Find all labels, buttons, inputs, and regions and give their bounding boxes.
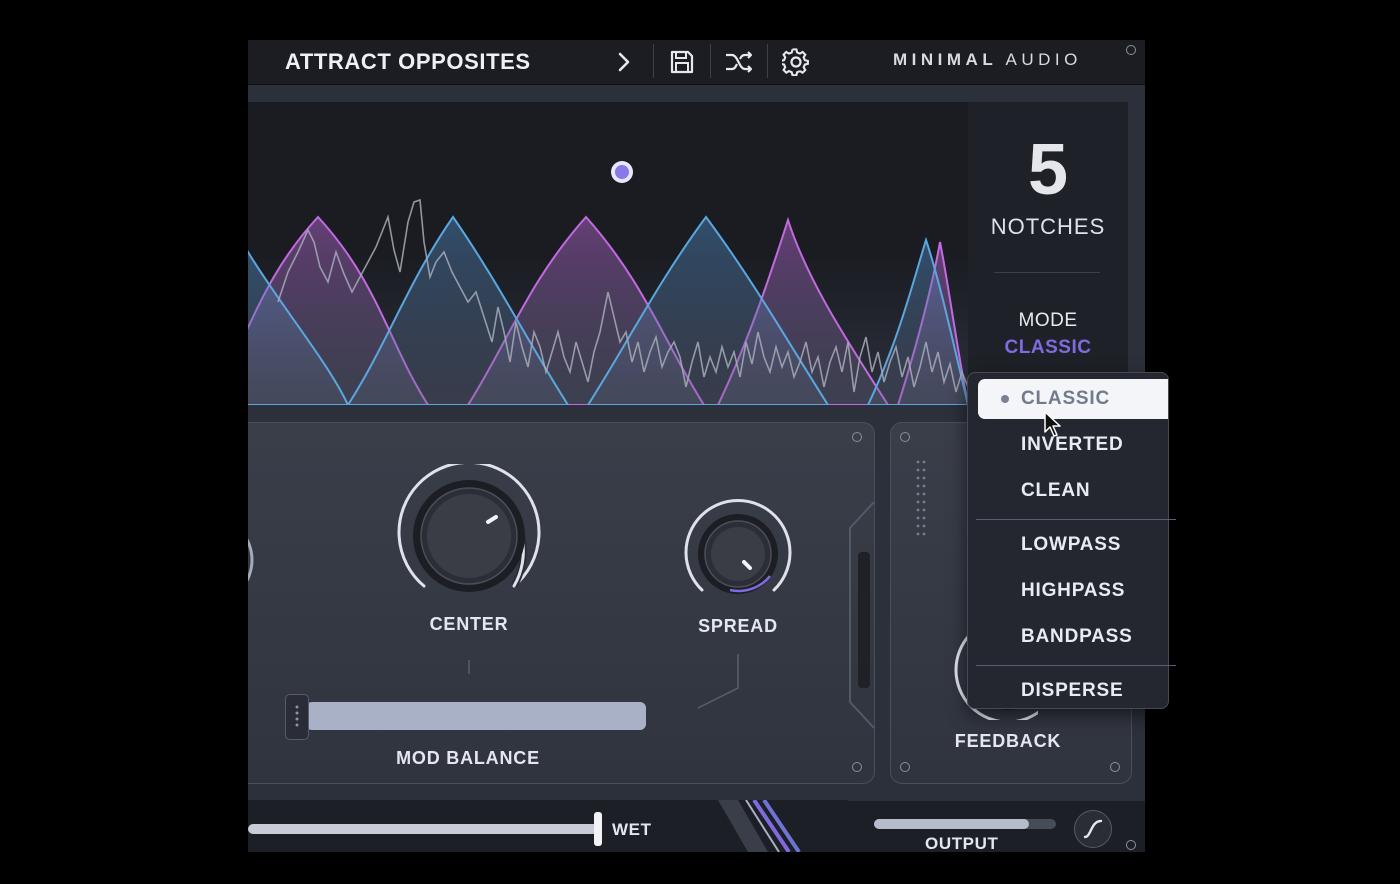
- center-node-handle[interactable]: [615, 165, 629, 179]
- mouse-cursor-icon: [1044, 411, 1061, 437]
- notches-panel: 5 NOTCHES MODE CLASSIC: [968, 102, 1128, 405]
- mod-balance-slider-track[interactable]: [306, 702, 646, 730]
- spread-knob[interactable]: [680, 498, 796, 604]
- wet-slider-track[interactable]: [248, 824, 598, 834]
- screw-icon: [900, 762, 910, 772]
- spectrum-graph[interactable]: [248, 102, 968, 405]
- mode-dropdown-menu: CLASSIC INVERTED CLEAN LOWPASS HIGHPASS BANDP…: [967, 372, 1176, 711]
- chevron-right-icon[interactable]: [606, 44, 642, 80]
- menu-separator: [976, 519, 1176, 520]
- divider: [710, 44, 711, 78]
- spread-label: SPREAD: [698, 616, 778, 636]
- notch-count[interactable]: 5: [968, 130, 1128, 210]
- mod-balance-slider-handle[interactable]: [285, 694, 309, 740]
- mode-option-lowpass[interactable]: LOWPASS: [978, 525, 1168, 565]
- center-knob[interactable]: [394, 464, 544, 604]
- divider: [653, 44, 654, 78]
- screw-icon: [900, 432, 910, 442]
- curve-button[interactable]: [1074, 810, 1112, 848]
- mode-option-clean[interactable]: CLEAN: [978, 471, 1168, 511]
- panel-divider: [849, 502, 875, 729]
- output-label: OUTPUT: [925, 834, 999, 852]
- mode-option-classic[interactable]: CLASSIC: [978, 379, 1168, 419]
- screw-icon: [852, 762, 862, 772]
- mode-option-highpass[interactable]: HIGHPASS: [978, 571, 1168, 611]
- notch-count-label: NOTCHES: [990, 214, 1106, 239]
- partial-knob[interactable]: [248, 510, 258, 610]
- brand-bold: MINIMAL: [893, 50, 998, 69]
- brand-logo: MINIMAL AUDIO: [893, 50, 1082, 70]
- preset-name[interactable]: ATTRACT OPPOSITES: [285, 46, 531, 78]
- screw-icon: [1126, 45, 1136, 55]
- top-bar: ATTRACT OPPOSITES MINIMAL AUDIO: [248, 40, 1145, 85]
- mode-selector[interactable]: CLASSIC: [968, 337, 1128, 359]
- center-label: CENTER: [429, 614, 509, 634]
- mode-option-disperse[interactable]: DISPERSE: [978, 671, 1168, 711]
- screw-icon: [852, 432, 862, 442]
- brand-light: AUDIO: [1005, 50, 1082, 69]
- divider: [767, 44, 768, 78]
- selected-bullet-icon: [1001, 395, 1009, 403]
- output-slider-fill: [874, 819, 1029, 829]
- mode-option-bandpass[interactable]: BANDPASS: [978, 617, 1168, 657]
- shuffle-icon[interactable]: [721, 44, 757, 80]
- gear-icon[interactable]: [778, 44, 814, 80]
- wet-slider-handle[interactable]: [594, 812, 602, 846]
- mode-label: MODE: [1018, 310, 1078, 331]
- mod-balance-label: MOD BALANCE: [396, 748, 540, 768]
- screw-icon: [1110, 762, 1120, 772]
- wet-label: WET: [612, 820, 652, 839]
- divider: [994, 272, 1100, 273]
- grip-icon: [295, 705, 299, 727]
- curve-icon: [1083, 819, 1103, 839]
- screw-icon: [1126, 840, 1136, 850]
- feedback-label: FEEDBACK: [954, 731, 1062, 751]
- mode-option-inverted[interactable]: INVERTED: [978, 425, 1168, 465]
- menu-separator: [976, 665, 1176, 666]
- save-icon[interactable]: [664, 44, 700, 80]
- grip-icon: [916, 460, 926, 536]
